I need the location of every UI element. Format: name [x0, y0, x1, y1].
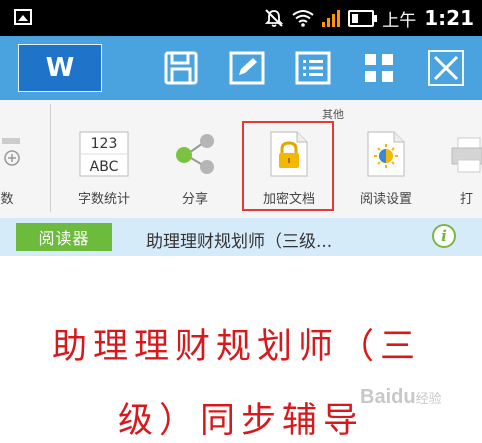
ribbon-item-print[interactable]: 打	[450, 130, 482, 212]
status-bar: 上午 1:21	[0, 0, 482, 36]
signal-icon	[322, 9, 341, 27]
toolbar: W	[0, 36, 482, 100]
ribbon-item-label: 数	[0, 192, 14, 207]
word-count-icon-top: 123	[91, 136, 118, 152]
reading-settings-icon	[362, 130, 410, 178]
document-title: 助理理财规划师（三级...	[146, 232, 333, 252]
ribbon-item-share[interactable]: 分享	[164, 130, 226, 212]
save-button[interactable]	[162, 50, 200, 86]
info-icon[interactable]: i	[432, 224, 456, 248]
mute-icon	[265, 9, 284, 27]
word-count-icon-bottom: ABC	[90, 159, 119, 175]
ribbon-item-label: 阅读设置	[359, 192, 412, 207]
ribbon-item-word-count[interactable]: 123 ABC 字数统计	[64, 130, 144, 212]
status-period: 上午	[382, 10, 417, 31]
word-count-icon: 123 ABC	[79, 130, 129, 178]
battery-icon	[348, 9, 378, 27]
reader-bar: 阅读器 助理理财规划师（三级... i	[0, 218, 482, 256]
wps-logo-button[interactable]: W	[18, 44, 102, 92]
ribbon-toolbar: 其他 数 123 ABC 字数统计 分享 加密文档 阅读设置 打	[0, 100, 482, 219]
app-window: 上午 1:21 W 其他 数 123 ABC 字数统计 分享 加密文档 阅读设置…	[0, 0, 482, 441]
reader-button[interactable]: 阅读器	[16, 223, 112, 251]
partial-icon	[0, 130, 22, 178]
watermark-text: Baidu	[360, 386, 416, 408]
ribbon-item-reading-settings[interactable]: 阅读设置	[346, 130, 426, 212]
status-bar-right: 上午 1:21	[264, 0, 474, 36]
wifi-icon	[292, 10, 314, 27]
watermark-suffix: 经验	[415, 391, 442, 406]
status-time: 1:21	[424, 6, 474, 30]
baidu-watermark: Baidu经验	[360, 386, 442, 409]
grid-icon	[365, 54, 393, 82]
list-icon	[295, 51, 331, 85]
ribbon-divider	[50, 104, 51, 212]
ribbon-group-label: 其他	[322, 108, 344, 121]
ribbon-item-label: 打	[460, 192, 474, 207]
save-icon	[164, 51, 198, 85]
print-icon	[450, 130, 482, 178]
edit-button[interactable]	[228, 50, 266, 86]
share-icon	[171, 130, 219, 178]
close-icon	[428, 50, 464, 86]
close-button[interactable]	[424, 50, 468, 86]
grid-button[interactable]	[360, 50, 398, 86]
highlight-box	[242, 121, 334, 211]
ribbon-item-label: 字数统计	[77, 192, 130, 207]
list-button[interactable]	[294, 50, 332, 86]
ribbon-item-partial[interactable]: 数	[0, 130, 22, 212]
document-heading-line-2: 级）同步辅导	[118, 401, 365, 441]
ribbon-item-label: 分享	[181, 192, 208, 207]
edit-icon	[229, 51, 265, 85]
document-heading-line-1: 助理理财规划师（三	[52, 327, 422, 367]
image-icon	[14, 9, 32, 25]
